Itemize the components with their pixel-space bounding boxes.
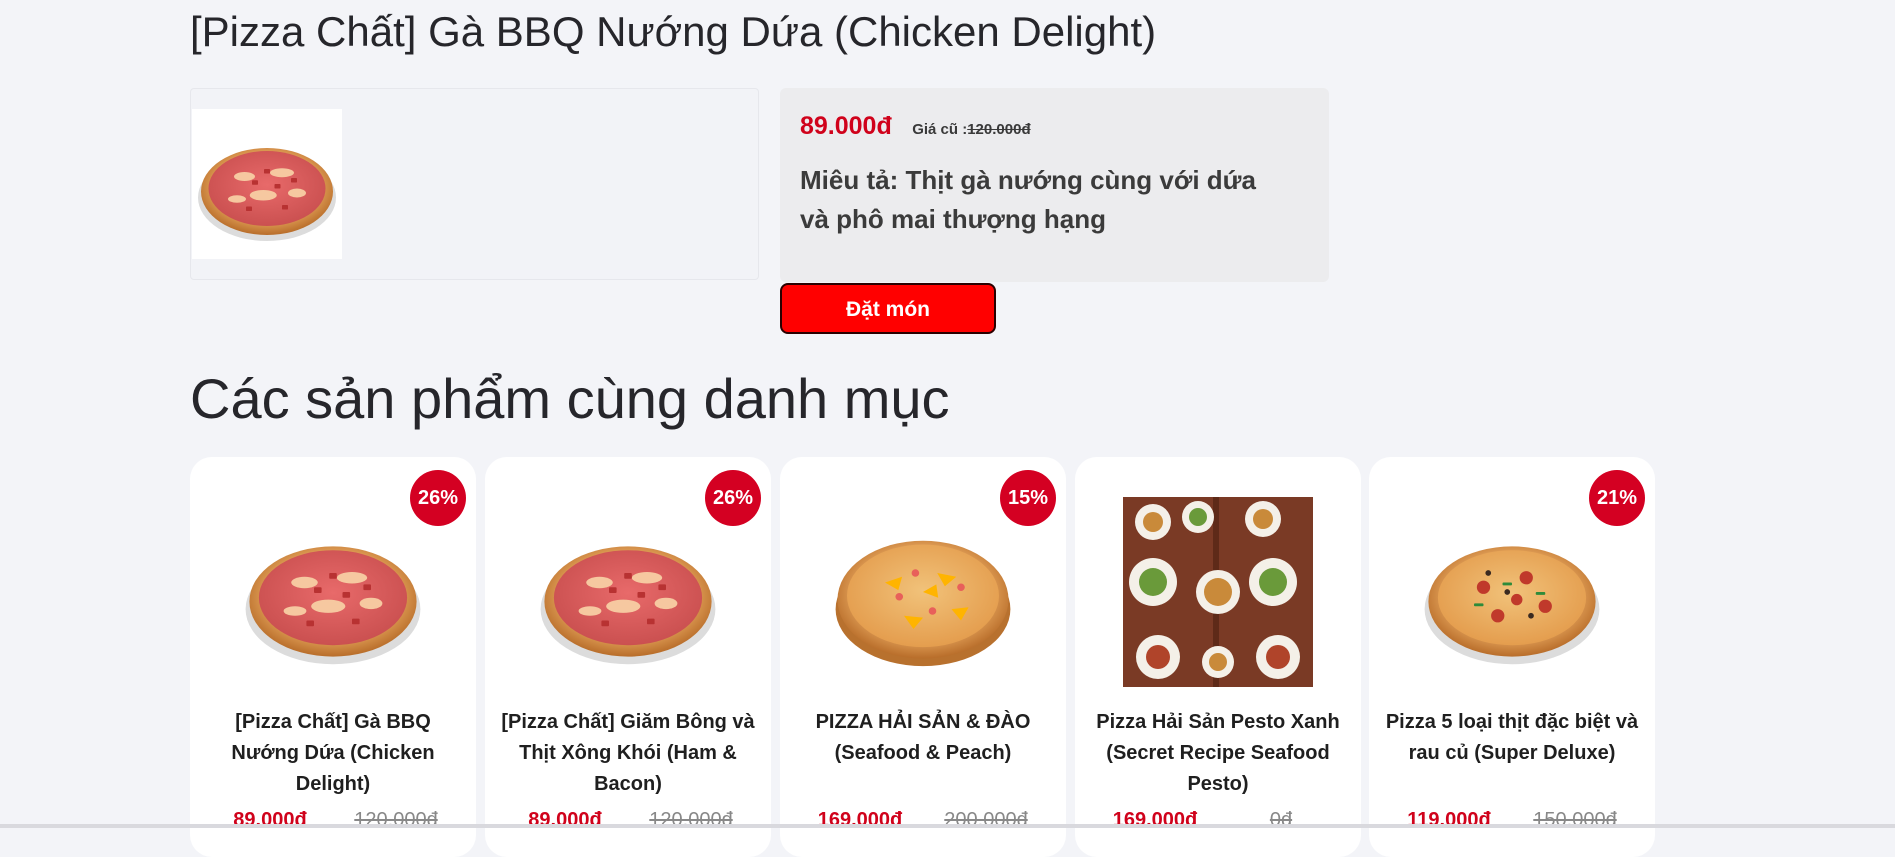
order-button[interactable]: Đặt món bbox=[780, 283, 996, 334]
old-price: 120.000đ bbox=[967, 121, 1031, 138]
card-price: 89.000đ bbox=[528, 809, 602, 831]
card-old-price: 120.000đ bbox=[649, 809, 733, 831]
card-price: 169.000đ bbox=[1112, 809, 1198, 831]
card-price: 119.000đ bbox=[1407, 809, 1491, 831]
related-section-title: Các sản phẩm cùng danh mục bbox=[190, 367, 950, 430]
pizza-ham-bacon-image[interactable] bbox=[533, 497, 723, 687]
card-prices: 169.000đ 200.000đ bbox=[780, 809, 1066, 832]
dishes-table-photo[interactable] bbox=[1123, 497, 1313, 687]
price-row: 89.000đ Giá cũ :120.000đ bbox=[800, 112, 1031, 141]
page-title: [Pizza Chất] Gà BBQ Nướng Dứa (Chicken D… bbox=[190, 8, 1157, 55]
product-info-panel: 89.000đ Giá cũ :120.000đ Miêu tả: Thịt g… bbox=[780, 88, 1329, 282]
card-old-price: 120.000đ bbox=[354, 809, 438, 831]
card-old-price: 0đ bbox=[1269, 809, 1293, 831]
product-card[interactable]: Pizza Hải Sản Pesto Xanh (Secret Recipe … bbox=[1075, 457, 1361, 857]
card-prices: 89.000đ 120.000đ bbox=[190, 809, 476, 832]
product-description: Miêu tả: Thịt gà nướng cùng với dứa và p… bbox=[800, 165, 1256, 234]
pizza-seafood-peach-image[interactable] bbox=[828, 497, 1018, 687]
pizza-chicken-bacon-image[interactable] bbox=[192, 109, 342, 259]
card-price: 169.000đ bbox=[817, 809, 903, 831]
card-old-price: 150.000đ bbox=[1533, 809, 1617, 831]
product-card[interactable]: 21% Pizza 5 loại thịt đặc biệt và rau củ… bbox=[1369, 457, 1655, 857]
page-bottom-divider bbox=[0, 824, 1895, 828]
product-image-panel bbox=[190, 88, 759, 280]
card-prices: 89.000đ 120.000đ bbox=[485, 809, 771, 832]
card-prices: 169.000đ 0đ bbox=[1075, 809, 1361, 832]
product-card[interactable]: 26% [Pizza Chất] Gà BBQ Nướng Dứa (Chick… bbox=[190, 457, 476, 857]
pizza-chicken-bacon-image[interactable] bbox=[238, 497, 428, 687]
card-prices: 119.000đ 150.000đ bbox=[1369, 809, 1655, 832]
product-card[interactable]: 15% PIZZA HẢI SẢN & ĐÀO (Seafood & Peach… bbox=[780, 457, 1066, 857]
card-name[interactable]: PIZZA HẢI SẢN & ĐÀO (Seafood & Peach) bbox=[794, 707, 1052, 769]
card-name[interactable]: Pizza 5 loại thịt đặc biệt và rau củ (Su… bbox=[1383, 707, 1641, 769]
card-old-price: 200.000đ bbox=[944, 809, 1028, 831]
card-name[interactable]: [Pizza Chất] Giăm Bông và Thịt Xông Khói… bbox=[499, 707, 757, 800]
old-price-label: Giá cũ : bbox=[912, 121, 968, 138]
card-name[interactable]: [Pizza Chất] Gà BBQ Nướng Dứa (Chicken D… bbox=[204, 707, 462, 800]
current-price: 89.000đ bbox=[800, 112, 892, 140]
card-price: 89.000đ bbox=[233, 809, 307, 831]
card-name[interactable]: Pizza Hải Sản Pesto Xanh (Secret Recipe … bbox=[1089, 707, 1347, 800]
pizza-super-deluxe-image[interactable] bbox=[1417, 497, 1607, 687]
product-card[interactable]: 26% [Pizza Chất] Giăm Bông và Thịt Xông … bbox=[485, 457, 771, 857]
